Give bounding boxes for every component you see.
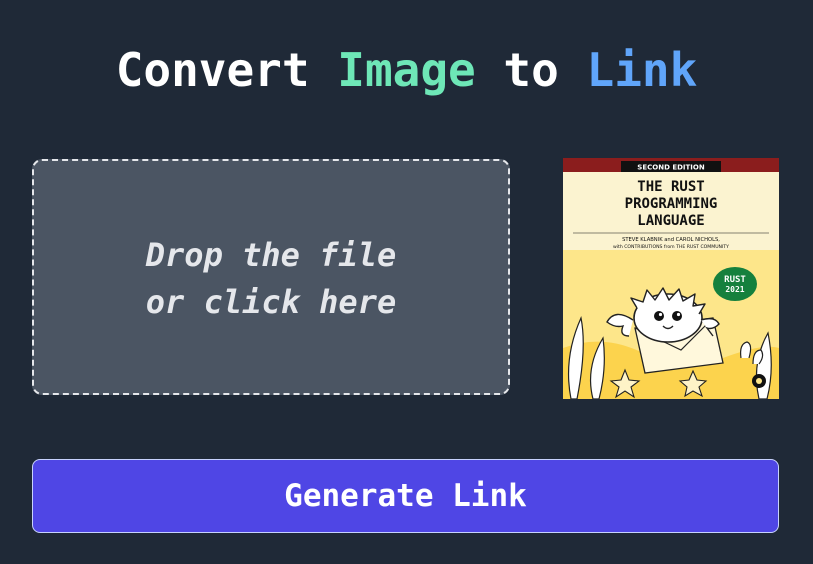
- dropzone-line-2: or click here: [145, 283, 397, 321]
- cover-crab-eye-shine-right: [676, 312, 681, 317]
- file-dropzone[interactable]: Drop the file or click here: [32, 159, 510, 395]
- cover-authors-line-2: with CONTRIBUTIONS from THE RUST COMMUNI…: [613, 244, 729, 250]
- cover-authors-line-1: STEVE KLABNIK and CAROL NICHOLS,: [622, 237, 720, 243]
- dropzone-line-1: Drop the file: [145, 236, 397, 274]
- cover-publisher-logo-inner: [756, 378, 762, 384]
- cover-badge-line-2: 2021: [725, 285, 744, 294]
- generate-link-button[interactable]: Generate Link: [32, 459, 779, 533]
- title-to: to: [475, 43, 587, 97]
- title-link: Link: [586, 43, 698, 97]
- cover-badge-line-1: RUST: [724, 275, 746, 285]
- page-title: Convert Image to Link: [0, 40, 813, 100]
- cover-crab-eye-left: [654, 311, 664, 321]
- cover-crab-eye-right: [672, 311, 682, 321]
- cover-edition-text: SECOND EDITION: [637, 164, 705, 172]
- dropzone-label: Drop the file or click here: [146, 232, 396, 326]
- title-convert: Convert: [115, 43, 338, 97]
- title-image: Image: [337, 43, 476, 97]
- book-cover-image: SECOND EDITION THE RUST PROGRAMMING LANG…: [563, 158, 779, 399]
- cover-title-line-2: PROGRAMMING: [625, 196, 718, 212]
- cover-title-line-1: THE RUST: [637, 179, 704, 195]
- image-preview: SECOND EDITION THE RUST PROGRAMMING LANG…: [563, 158, 779, 399]
- cover-title-line-3: LANGUAGE: [637, 213, 704, 229]
- cover-crab-eye-shine-left: [658, 312, 663, 317]
